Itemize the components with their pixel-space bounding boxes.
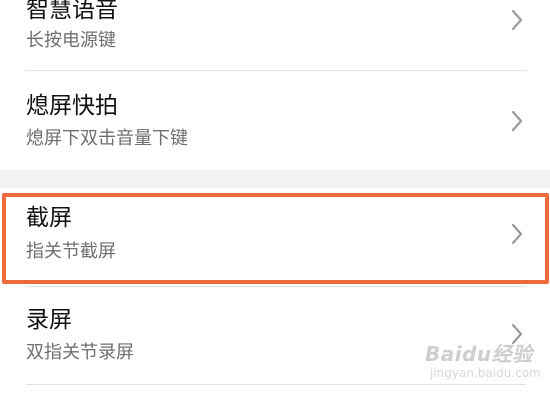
settings-item-subtitle: 指关节截屏 bbox=[26, 241, 116, 262]
settings-item-title: 截屏 bbox=[26, 205, 72, 231]
settings-screen: 智慧语音 长按电源键 熄屏快拍 熄屏下双击音量下键 截屏 指关节截屏 录屏 双指… bbox=[0, 0, 550, 398]
settings-item-subtitle: 双指关节录屏 bbox=[26, 342, 134, 363]
settings-item-subtitle: 熄屏下双击音量下键 bbox=[26, 128, 188, 149]
chevron-right-icon bbox=[511, 9, 523, 31]
settings-item-title: 智慧语音 bbox=[26, 0, 118, 23]
settings-item-screen-off-snapshot[interactable]: 熄屏快拍 熄屏下双击音量下键 bbox=[0, 71, 550, 170]
section-separator bbox=[0, 170, 550, 188]
settings-item-subtitle: 长按电源键 bbox=[26, 30, 116, 51]
watermark-logo: Baidu经验 bbox=[425, 342, 533, 366]
settings-item-title: 录屏 bbox=[26, 307, 72, 333]
chevron-right-icon bbox=[511, 223, 523, 245]
settings-item-screenshot[interactable]: 截屏 指关节截屏 bbox=[0, 188, 550, 285]
settings-item-smart-voice[interactable]: 智慧语音 长按电源键 bbox=[0, 0, 550, 70]
divider bbox=[26, 384, 526, 385]
watermark-url: jingyan.baidu.com bbox=[430, 366, 541, 380]
settings-item-title: 熄屏快拍 bbox=[26, 93, 118, 119]
chevron-right-icon bbox=[511, 110, 523, 132]
